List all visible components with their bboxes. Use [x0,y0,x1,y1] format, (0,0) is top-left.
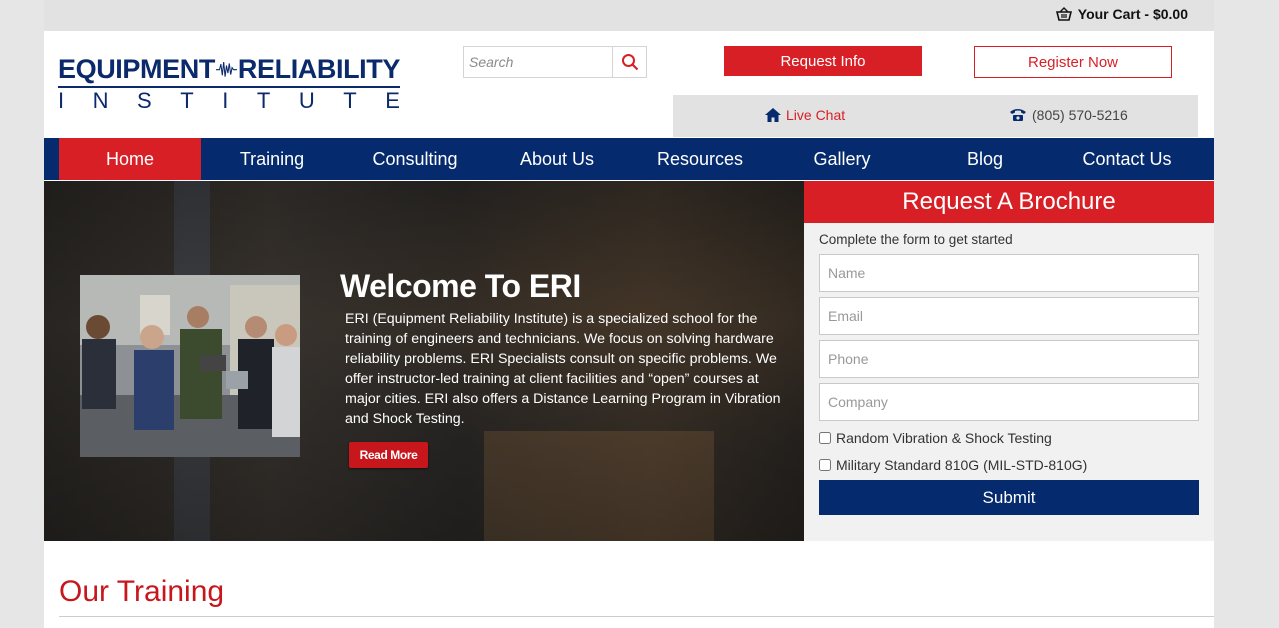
logo-letter: T [343,88,357,113]
random-vibration-checkbox[interactable] [819,432,831,444]
cart-link[interactable]: Your Cart - $0.00 [1055,6,1188,22]
logo-letter: I [222,88,229,113]
hero-training-photo [80,275,300,457]
read-more-button[interactable]: Read More [349,442,428,468]
name-field[interactable] [819,254,1199,292]
hero-description: ERI (Equipment Reliability Institute) is… [345,311,781,427]
register-now-button[interactable]: Register Now [974,46,1172,78]
logo-letter: S [137,88,152,113]
logo-word-reliability: RELIABILITY [237,54,401,84]
logo-letter: T [180,88,194,113]
logo-word-equipment: EQUIPMENT [58,54,215,84]
nav-item-training[interactable]: Training [201,138,343,180]
logo-letter: T [256,88,271,113]
search-icon [621,54,638,71]
company-field[interactable] [819,383,1199,421]
waveform-icon [215,61,237,77]
search-button[interactable] [612,47,646,77]
eri-logo[interactable]: EQUIPMENT RELIABILITY I N S T I T U T E [58,52,400,114]
cart-label: Your Cart - $0.00 [1077,6,1188,22]
live-chat-link[interactable]: Live Chat [764,107,845,123]
brochure-form-subtitle: Complete the form to get started [819,232,1013,247]
mil-std-option[interactable]: Military Standard 810G (MIL-STD-810G) [819,457,1087,473]
nav-item-resources[interactable]: Resources [629,138,771,180]
home-icon [765,108,781,122]
nav-item-blog[interactable]: Blog [914,138,1056,180]
logo-wordmark: EQUIPMENT RELIABILITY [58,52,400,86]
random-vibration-label: Random Vibration & Shock Testing [836,430,1052,446]
nav-item-contact-us[interactable]: Contact Us [1056,138,1198,180]
live-chat-label: Live Chat [786,107,846,123]
basket-icon [1055,7,1072,21]
page: Your Cart - $0.00 EQUIPMENT RELIABILITY … [44,0,1214,628]
logo-letter: I [58,88,65,113]
search-box [463,46,647,78]
logo-letter: N [92,88,109,113]
logo-letter: E [385,88,400,113]
logo-letter: U [298,88,315,113]
brochure-form-title: Request A Brochure [804,181,1214,223]
search-input[interactable] [464,47,614,77]
logo-institute: I N S T I T U T E [58,88,400,114]
telephone-icon [1010,109,1026,121]
brochure-form: Request A Brochure Complete the form to … [804,181,1214,541]
email-field[interactable] [819,297,1199,335]
nav-item-about-us[interactable]: About Us [486,138,628,180]
top-bar: Your Cart - $0.00 [44,0,1214,31]
mil-std-checkbox[interactable] [819,459,831,471]
phone-number: (805) 570-5216 [1032,107,1128,123]
request-info-button[interactable]: Request Info [724,46,922,76]
hero-title: Welcome To ERI [340,268,581,304]
random-vibration-option[interactable]: Random Vibration & Shock Testing [819,430,1052,446]
phone-field[interactable] [819,340,1199,378]
section-divider [59,616,1214,617]
nav-item-home[interactable]: Home [59,138,201,180]
contact-bar: Live Chat (805) 570-5216 [673,95,1198,137]
section-title: Our Training [59,575,225,608]
submit-button[interactable]: Submit [819,480,1199,515]
nav-item-gallery[interactable]: Gallery [771,138,913,180]
phone-link[interactable]: (805) 570-5216 [1009,107,1128,123]
mil-std-label: Military Standard 810G (MIL-STD-810G) [836,457,1088,473]
nav-item-consulting[interactable]: Consulting [344,138,486,180]
main-nav: Home Training Consulting About Us Resour… [44,138,1214,180]
hero-banner: Welcome To ERI ERI (Equipment Reliabilit… [44,181,804,541]
